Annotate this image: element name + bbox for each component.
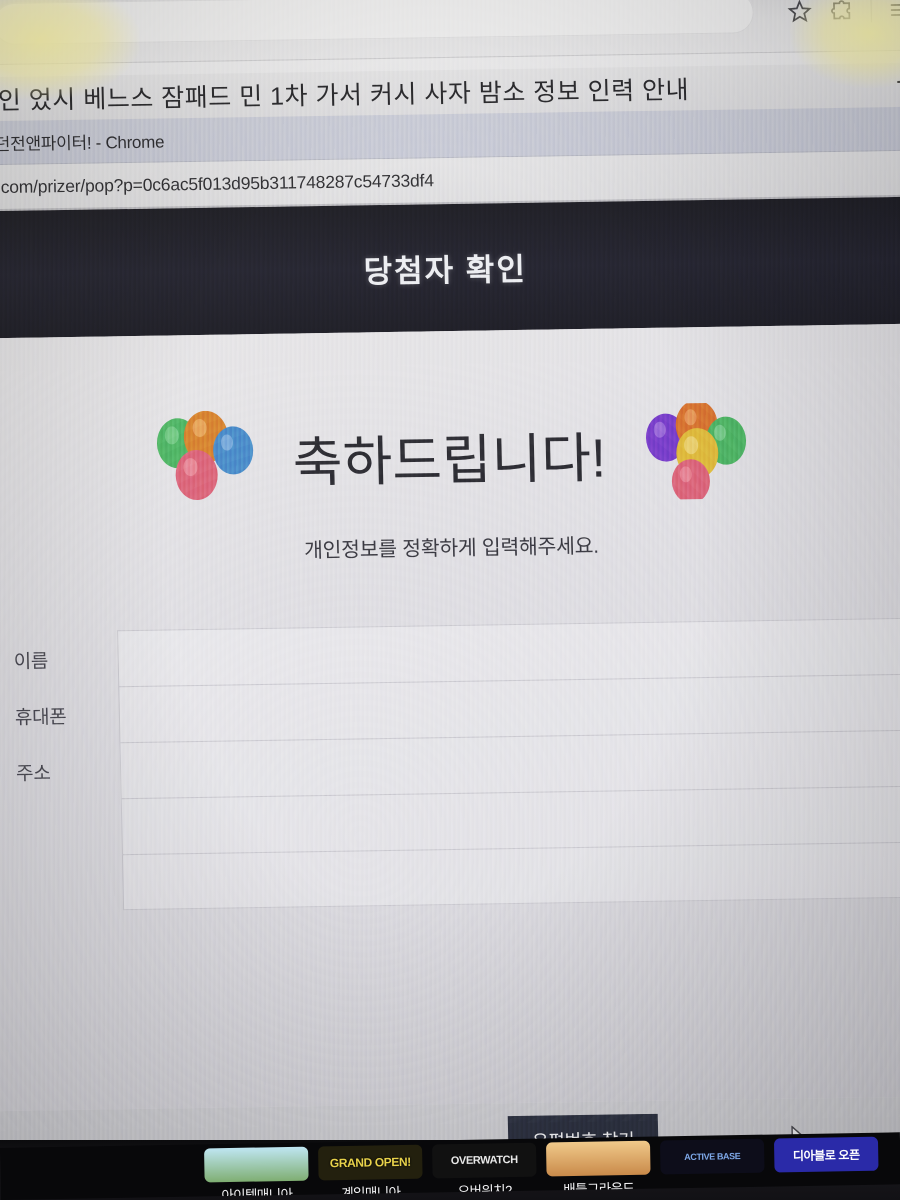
launcher-item[interactable]: GRAND OPEN! 계임매니아 <box>318 1144 423 1200</box>
toolbar-divider <box>870 0 872 23</box>
toolbar-icon-group <box>786 0 900 33</box>
launcher-item[interactable]: 아이템매니아 <box>204 1146 309 1200</box>
balloons-left-icon <box>148 410 258 508</box>
launcher-thumb <box>545 1140 651 1177</box>
launcher-item[interactable]: ACTIVE BASE <box>659 1138 765 1177</box>
label-phone: 휴대폰 <box>14 706 67 729</box>
display-surface: 트위터 YouTube N Netflix 왓챠 Twitch 아프리카TV <box>0 0 900 1182</box>
label-address: 주소 <box>15 762 51 785</box>
launcher-thumb: 디아블로 오픈 <box>773 1136 879 1173</box>
url-text: nexon.com/prizer/pop?p=0c6ac5f013d95b311… <box>0 169 434 198</box>
sub-note: 개인정보를 정확하게 입력해주세요. <box>303 534 599 563</box>
address-line3-input[interactable] <box>121 841 900 911</box>
star-icon[interactable] <box>786 0 813 25</box>
background-tab-title: 아 미인 었시 베느스 잠패드 민 1차 가서 커시 사자 밤소 정보 인력 안… <box>0 76 690 116</box>
page-content: 당첨자 확인 축하드립니다! 개인정보를 정확하게 입력해주세요. 이름 휴대폰… <box>0 196 900 1166</box>
page-title: 당첨자 확인 <box>363 251 528 290</box>
monitor-photo: 트위터 YouTube N Netflix 왓챠 Twitch 아프리카TV <box>0 0 900 1200</box>
launcher-thumb: GRAND OPEN! <box>318 1144 423 1181</box>
menu-icon[interactable] <box>887 0 900 22</box>
window-title: 쾌감!!! 던전앤파이터! - Chrome <box>0 132 165 155</box>
balloons-right-icon <box>641 402 751 500</box>
launcher-thumb <box>204 1146 309 1183</box>
page-body: 축하드립니다! 개인정보를 정확하게 입력해주세요. 이름 휴대폰 주소 <box>0 323 900 1166</box>
congrats-row: 축하드립니다! <box>0 399 900 510</box>
launcher-label <box>775 1173 879 1175</box>
launcher-item[interactable]: 디아블로 오픈 <box>773 1136 879 1175</box>
omnibox-shell[interactable] <box>0 0 755 46</box>
label-blank-1 <box>0 798 122 856</box>
label-name: 이름 <box>13 650 49 673</box>
puzzle-piece-icon[interactable] <box>828 0 855 24</box>
launcher-label <box>661 1175 765 1177</box>
launcher-thumb: OVERWATCH <box>432 1142 537 1179</box>
label-blank-2 <box>0 854 123 912</box>
prize-claim-form: 이름 휴대폰 주소 <box>0 617 900 912</box>
congrats-text: 축하드립니다! <box>292 428 607 493</box>
page-header: 당첨자 확인 <box>0 196 900 339</box>
launcher-thumb: ACTIVE BASE <box>659 1138 765 1175</box>
